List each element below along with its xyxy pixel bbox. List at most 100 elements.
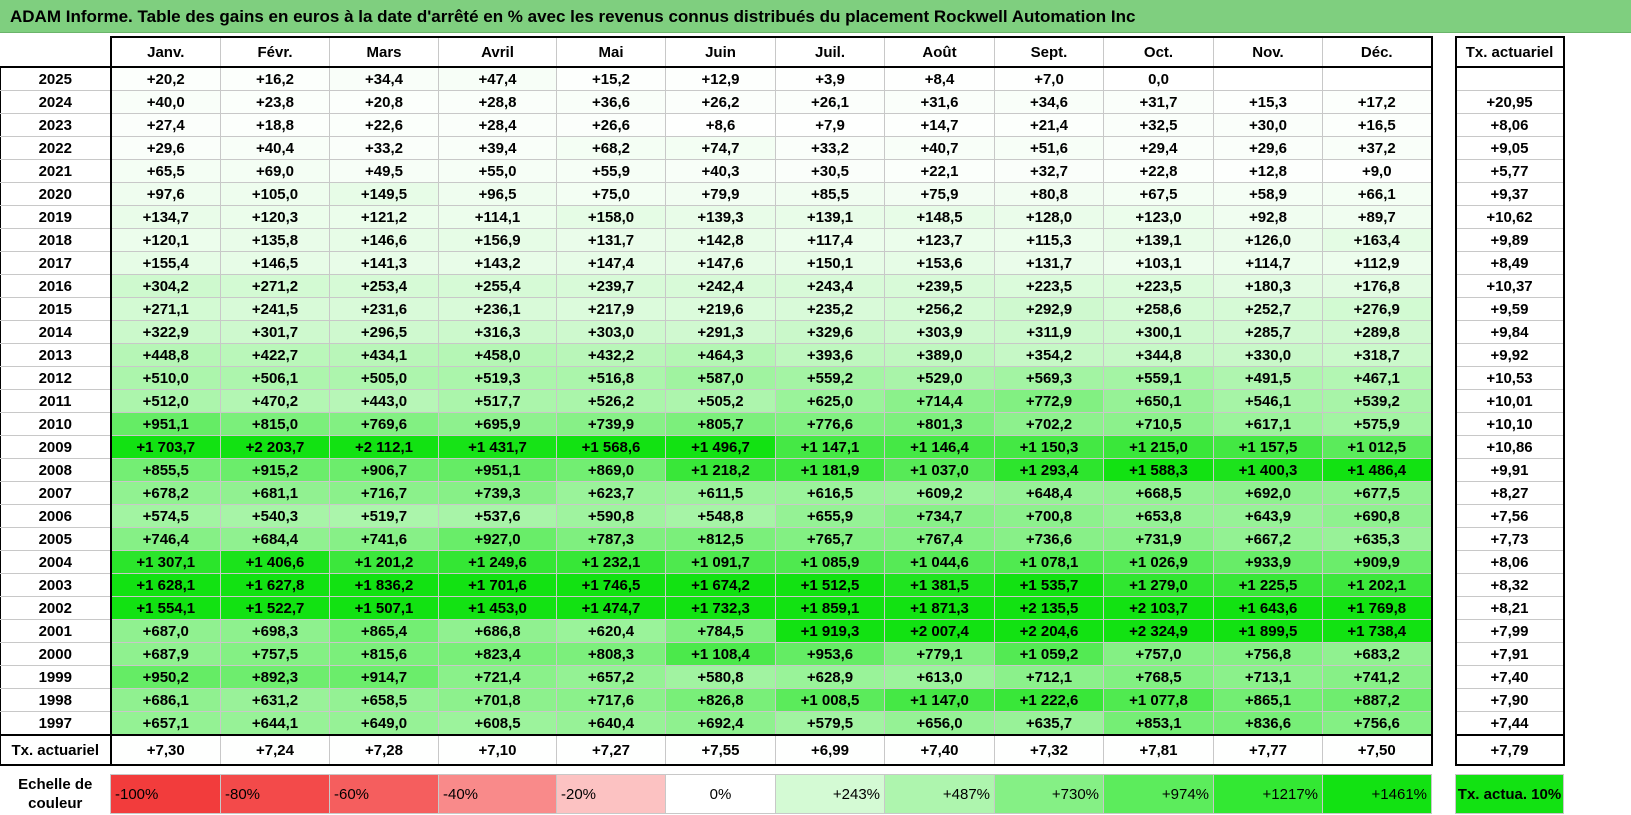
value-cell: +1 703,7 <box>110 435 221 459</box>
month-header: Nov. <box>1213 36 1323 68</box>
color-scale-step: +243% <box>775 774 885 814</box>
value-cell: +255,4 <box>438 274 557 298</box>
value-cell: +741,6 <box>329 527 439 551</box>
month-header: Juin <box>665 36 776 68</box>
value-cell: +49,5 <box>329 159 439 183</box>
rate-cell: +5,77 <box>1454 159 1565 183</box>
value-cell: +256,2 <box>884 297 995 321</box>
value-cell: +1 554,1 <box>110 596 221 620</box>
rate-cell: +9,37 <box>1454 182 1565 206</box>
value-cell: +243,4 <box>775 274 885 298</box>
column-gap <box>1431 688 1456 712</box>
column-gap <box>1431 573 1456 597</box>
year-cell: 1997 <box>0 711 112 736</box>
value-cell: +231,6 <box>329 297 439 321</box>
value-cell: +120,3 <box>220 205 330 229</box>
month-header: Août <box>884 36 995 68</box>
year-cell: 2024 <box>0 90 112 114</box>
value-cell: +526,2 <box>556 389 666 413</box>
rate-cell: +7,99 <box>1454 619 1565 643</box>
value-cell: +716,7 <box>329 481 439 505</box>
color-scale-step: -100% <box>110 774 221 814</box>
color-scale-step: +1217% <box>1213 774 1323 814</box>
column-gap <box>1431 159 1456 183</box>
value-cell: +33,2 <box>329 136 439 160</box>
value-cell: +30,0 <box>1213 113 1323 137</box>
value-cell: +28,8 <box>438 90 557 114</box>
table-row: 2013 +448,8 +422,7 +434,1 +458,0 +432,2 +464,3… <box>0 343 1565 367</box>
value-cell: +655,9 <box>775 504 885 528</box>
value-cell: +687,9 <box>110 642 221 666</box>
value-cell: +1 738,4 <box>1322 619 1433 643</box>
color-scale-step: +487% <box>884 774 995 814</box>
value-cell: +1 746,5 <box>556 573 666 597</box>
value-cell: +519,3 <box>438 366 557 390</box>
year-cell: 2021 <box>0 159 112 183</box>
month-header: Avril <box>438 36 557 68</box>
year-cell: 2012 <box>0 366 112 390</box>
value-cell: +75,9 <box>884 182 995 206</box>
value-cell: +686,8 <box>438 619 557 643</box>
summary-cell: +7,55 <box>665 734 776 766</box>
value-cell: +139,3 <box>665 205 776 229</box>
value-cell: +609,2 <box>884 481 995 505</box>
value-cell: +180,3 <box>1213 274 1323 298</box>
summary-cell: +7,77 <box>1213 734 1323 766</box>
value-cell: +714,4 <box>884 389 995 413</box>
gains-table: Janv. Févr. Mars Avril Mai Juin Juil. Août Sept.… <box>0 36 1565 814</box>
value-cell: +123,7 <box>884 228 995 252</box>
table-row: 2016 +304,2 +271,2 +253,4 +255,4 +239,7 +242,4… <box>0 274 1565 298</box>
column-gap <box>1431 90 1456 114</box>
value-cell: +1 899,5 <box>1213 619 1323 643</box>
table-row: 2012 +510,0 +506,1 +505,0 +519,3 +516,8 +587,0… <box>0 366 1565 390</box>
value-cell: +330,0 <box>1213 343 1323 367</box>
color-scale-step: +974% <box>1103 774 1214 814</box>
value-cell: +611,5 <box>665 481 776 505</box>
value-cell: +1 474,7 <box>556 596 666 620</box>
year-cell: 2007 <box>0 481 112 505</box>
value-cell: +115,3 <box>994 228 1104 252</box>
value-cell: +128,0 <box>994 205 1104 229</box>
value-cell: +26,6 <box>556 113 666 137</box>
value-cell: +464,3 <box>665 343 776 367</box>
value-cell: +667,2 <box>1213 527 1323 551</box>
value-cell: +784,5 <box>665 619 776 643</box>
year-cell: 2008 <box>0 458 112 482</box>
month-header: Mars <box>329 36 439 68</box>
value-cell: +17,2 <box>1322 90 1433 114</box>
table-row: 2017 +155,4 +146,5 +141,3 +143,2 +147,4 +147,6… <box>0 251 1565 275</box>
value-cell: +3,9 <box>775 66 885 91</box>
column-gap <box>1431 37 1456 67</box>
value-cell: +587,0 <box>665 366 776 390</box>
column-gap <box>1431 550 1456 574</box>
value-cell: +517,7 <box>438 389 557 413</box>
year-cell: 2005 <box>0 527 112 551</box>
value-cell: +739,9 <box>556 412 666 436</box>
column-gap <box>1431 481 1456 505</box>
year-cell: 2000 <box>0 642 112 666</box>
value-cell: +155,4 <box>110 251 221 275</box>
rate-cell: +9,84 <box>1454 320 1565 344</box>
value-cell: +540,3 <box>220 504 330 528</box>
color-scale-step: +1461% <box>1322 774 1432 814</box>
value-cell: +120,1 <box>110 228 221 252</box>
value-cell: +1 643,6 <box>1213 596 1323 620</box>
value-cell: +22,8 <box>1103 159 1214 183</box>
value-cell: +681,1 <box>220 481 330 505</box>
table-row: 2018 +120,1 +135,8 +146,6 +156,9 +131,7 +142,8… <box>0 228 1565 252</box>
column-gap <box>1431 136 1456 160</box>
value-cell: +85,5 <box>775 182 885 206</box>
value-cell: +1 628,1 <box>110 573 221 597</box>
value-cell: +67,5 <box>1103 182 1214 206</box>
value-cell: +40,0 <box>110 90 221 114</box>
value-cell: +575,9 <box>1322 412 1433 436</box>
value-cell: +1 732,3 <box>665 596 776 620</box>
value-cell: +271,2 <box>220 274 330 298</box>
value-cell: +148,5 <box>884 205 995 229</box>
value-cell: +826,8 <box>665 688 776 712</box>
value-cell: +22,1 <box>884 159 995 183</box>
value-cell-selected[interactable]: +20,2 <box>110 66 221 91</box>
value-cell: +12,8 <box>1213 159 1323 183</box>
value-cell: +156,9 <box>438 228 557 252</box>
value-cell: +906,7 <box>329 458 439 482</box>
